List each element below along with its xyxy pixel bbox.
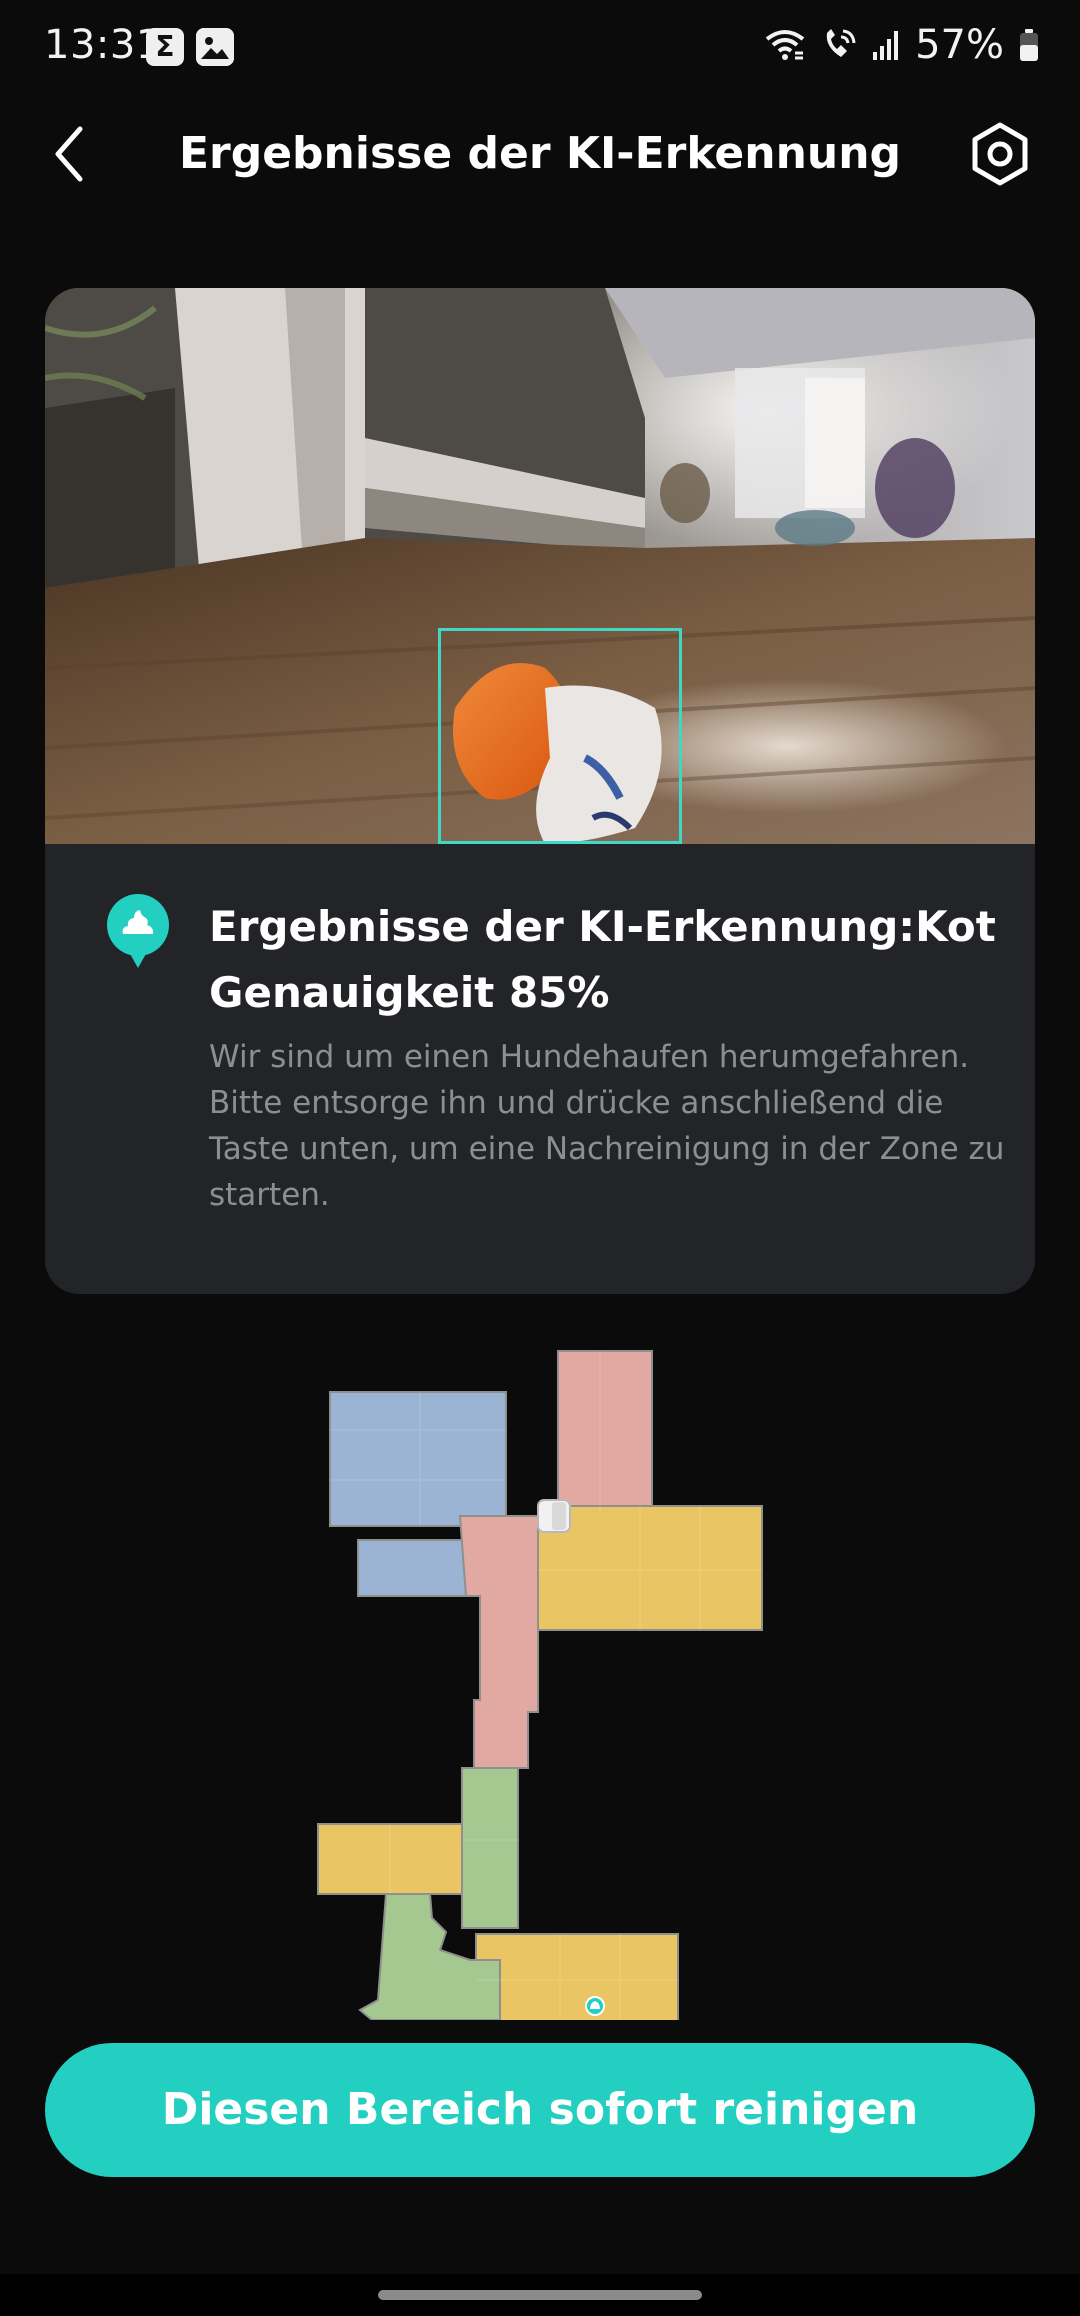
detection-accuracy: Genauigkeit 85% [209, 968, 610, 1017]
detection-result-title: Ergebnisse der KI-Erkennung:Kot Genauigk… [209, 894, 1009, 1026]
image-icon [196, 28, 234, 66]
map-room-pink-top [557, 1350, 653, 1511]
detection-result-card: Ergebnisse der KI-Erkennung:Kot Genauigk… [45, 288, 1035, 1294]
detection-info: Ergebnisse der KI-Erkennung:Kot Genauigk… [45, 844, 1035, 1294]
robot-dock-icon [537, 1499, 571, 1533]
map-room-blue-lower [357, 1539, 469, 1597]
cell-signal-icon [871, 28, 901, 62]
battery-percent: 57% [915, 22, 1004, 68]
clean-area-button[interactable]: Diesen Bereich sofort reinigen [45, 2043, 1035, 2177]
map-room-yellow-bottom [475, 1933, 679, 2020]
sigma-icon: Σ [146, 28, 184, 66]
poop-icon [107, 894, 169, 968]
detection-location-marker [585, 1996, 605, 2016]
detection-description: Wir sind um einen Hundehaufen herumgefah… [209, 1039, 1005, 1213]
hexagon-settings-icon [972, 122, 1028, 186]
camera-snapshot [45, 288, 1035, 844]
map-room-green-mid [461, 1767, 519, 1929]
map-room-yellow-right [537, 1505, 763, 1631]
wifi-calling-icon [821, 27, 857, 63]
app-header: Ergebnisse der KI-Erkennung [0, 110, 1080, 200]
status-bar: 13:31 Σ 57% [0, 0, 1080, 96]
status-time: 13:31 [44, 22, 162, 68]
system-nav-bar [0, 2274, 1080, 2316]
settings-button[interactable] [964, 118, 1036, 190]
status-indicators: 57% [763, 22, 1040, 68]
battery-icon [1018, 27, 1040, 63]
wifi-icon [763, 27, 807, 63]
detection-type: Ergebnisse der KI-Erkennung:Kot [209, 902, 996, 951]
cleaning-map[interactable] [0, 1320, 1080, 2020]
page-title: Ergebnisse der KI-Erkennung [178, 128, 902, 179]
map-room-pink-corridor [458, 1515, 539, 1769]
map-room-blue-upper [329, 1391, 507, 1527]
detection-bounding-box [438, 628, 682, 844]
home-indicator[interactable] [378, 2290, 702, 2300]
